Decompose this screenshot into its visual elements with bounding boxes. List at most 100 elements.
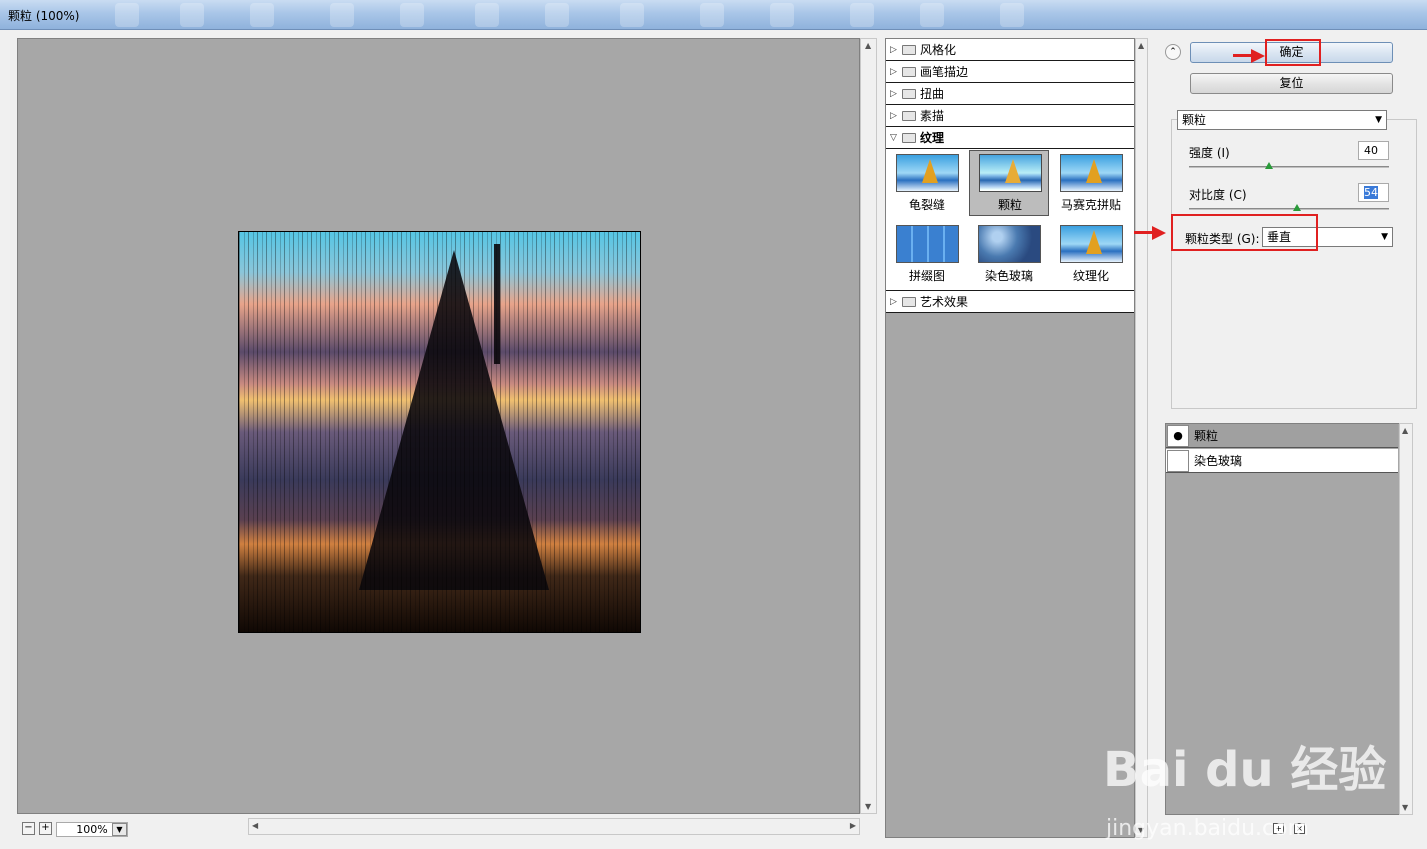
preview-canvas[interactable] [17, 38, 860, 814]
scroll-left-icon[interactable]: ◀ [252, 821, 258, 830]
filter-thumb-label: 纹理化 [1072, 269, 1109, 283]
preview-vertical-scrollbar[interactable]: ▲ ▼ [860, 38, 877, 814]
zoom-dropdown-icon[interactable]: ▼ [112, 823, 127, 836]
folder-icon [902, 66, 916, 77]
category-artistic[interactable]: ▷ 艺术效果 [886, 291, 1134, 313]
scroll-up-icon[interactable]: ▲ [1402, 426, 1408, 435]
collapse-gallery-icon[interactable]: ⌃ [1165, 44, 1181, 60]
watermark-brand: Bai du 经验 [1103, 742, 1387, 798]
preview-horizontal-scrollbar[interactable]: ◀ ▶ [248, 818, 860, 835]
expand-triangle-icon[interactable]: ▷ [890, 45, 902, 55]
layer-name: 颗粒 [1194, 429, 1219, 443]
scroll-up-icon[interactable]: ▲ [1138, 41, 1144, 50]
category-label: 画笔描边 [920, 65, 969, 79]
contrast-label: 对比度 (C) [1189, 188, 1247, 202]
filter-thumb-stained-glass[interactable]: 染色玻璃 [969, 222, 1049, 288]
contrast-field[interactable]: 54 [1358, 183, 1389, 202]
contrast-slider-thumb[interactable] [1293, 204, 1301, 211]
filter-thumb-patchwork[interactable]: 拼缀图 [887, 222, 967, 288]
filter-thumbnail-image [896, 154, 959, 192]
filter-select-value: 颗粒 [1182, 113, 1207, 127]
taskbar-ghost-icon [545, 3, 569, 27]
title-bar: 颗粒 (100%) [0, 0, 1427, 30]
taskbar-ghost-icon [700, 3, 724, 27]
dropdown-arrow-icon: ▼ [1375, 115, 1382, 125]
filter-category-list: ▷ 风格化 ▷ 画笔描边 ▷ 扭曲 ▷ 素描 ▽ 纹理 龟裂缝 颗粒 马赛克拼贴… [886, 39, 1134, 313]
category-texture[interactable]: ▽ 纹理 [886, 127, 1134, 149]
annotation-arrow-grain-type [1134, 231, 1154, 234]
taskbar-ghost-icon [180, 3, 204, 27]
taskbar-ghost-icon [850, 3, 874, 27]
intensity-slider-track[interactable] [1189, 166, 1389, 168]
intensity-slider-thumb[interactable] [1265, 162, 1273, 169]
eye-icon[interactable]: ● [1167, 424, 1189, 447]
annotation-arrow-ok [1233, 54, 1253, 57]
category-stylize[interactable]: ▷ 风格化 [886, 39, 1134, 61]
scroll-up-icon[interactable]: ▲ [865, 41, 871, 50]
folder-icon [902, 88, 916, 99]
filter-thumbnail-image [979, 154, 1042, 192]
preview-image [238, 231, 641, 633]
filter-thumb-label: 染色玻璃 [984, 269, 1033, 283]
filter-gallery-panel: ▷ 风格化 ▷ 画笔描边 ▷ 扭曲 ▷ 素描 ▽ 纹理 龟裂缝 颗粒 马赛克拼贴… [885, 38, 1135, 838]
baidu-watermark: Bai du 经验 jingyan.baidu.com [1103, 730, 1387, 841]
filter-thumb-label: 拼缀图 [908, 269, 945, 283]
reset-button[interactable]: 复位 [1190, 73, 1393, 94]
taskbar-ghost-icon [250, 3, 274, 27]
annotation-box-ok [1265, 39, 1321, 66]
category-label: 纹理 [920, 131, 945, 145]
filter-thumb-mosaic-tiles[interactable]: 马赛克拼贴 [1051, 151, 1131, 217]
expand-triangle-icon[interactable]: ▷ [890, 89, 902, 99]
annotation-box-grain-type [1171, 214, 1318, 251]
filter-thumb-label: 颗粒 [997, 198, 1022, 212]
filter-gallery-dialog: ▲ ▼ ◀ ▶ − + 100% ▼ ▷ 风格化 ▷ 画笔描边 ▷ 扭曲 ▷ 素… [8, 30, 1427, 849]
filter-thumb-craquelure[interactable]: 龟裂缝 [887, 151, 967, 217]
filter-settings-panel: 颗粒 ▼ 强度 (I) 40 对比度 (C) 54 颗粒类型 (G): 垂直 ▼ [1171, 110, 1417, 409]
dropdown-arrow-icon: ▼ [1381, 232, 1388, 242]
filter-select[interactable]: 颗粒 ▼ [1177, 110, 1387, 130]
taskbar-ghost-icon [475, 3, 499, 27]
filter-thumb-label: 龟裂缝 [908, 198, 945, 212]
taskbar-ghost-icon [620, 3, 644, 27]
intensity-field[interactable]: 40 [1358, 141, 1389, 160]
taskbar-ghost-icon [400, 3, 424, 27]
taskbar-ghost-icon [770, 3, 794, 27]
grain-overlay [239, 232, 640, 632]
collapse-triangle-icon[interactable]: ▽ [890, 133, 902, 143]
zoom-out-button[interactable]: − [22, 822, 35, 835]
folder-icon [902, 296, 916, 307]
scroll-down-icon[interactable]: ▼ [1402, 803, 1408, 812]
effect-layer-grain[interactable]: ● 颗粒 [1166, 424, 1398, 448]
visibility-toggle-empty[interactable] [1167, 449, 1189, 472]
gallery-scrollbar[interactable]: ▲ ▼ [1135, 38, 1148, 838]
layers-scrollbar[interactable]: ▲ ▼ [1399, 423, 1413, 815]
filter-thumb-grain[interactable]: 颗粒 [969, 150, 1049, 216]
taskbar-ghost-icon [115, 3, 139, 27]
contrast-slider-track[interactable] [1189, 208, 1389, 210]
filter-thumbnail-image [896, 225, 959, 263]
folder-icon [902, 110, 916, 121]
expand-triangle-icon[interactable]: ▷ [890, 67, 902, 77]
category-sketch[interactable]: ▷ 素描 [886, 105, 1134, 127]
texture-filter-thumbnails: 龟裂缝 颗粒 马赛克拼贴 拼缀图 染色玻璃 纹理化 [886, 149, 1134, 291]
category-label: 风格化 [920, 43, 957, 57]
watermark-url: jingyan.baidu.com [1106, 816, 1310, 841]
open-folder-icon [902, 132, 916, 143]
scroll-right-icon[interactable]: ▶ [850, 821, 856, 830]
zoom-in-button[interactable]: + [39, 822, 52, 835]
scroll-down-icon[interactable]: ▼ [865, 802, 871, 811]
annotation-arrow-head-icon [1152, 226, 1166, 240]
annotation-arrow-head-icon [1251, 49, 1265, 63]
window-title: 颗粒 (100%) [8, 9, 80, 23]
intensity-label: 强度 (I) [1189, 146, 1230, 160]
folder-icon [902, 44, 916, 55]
expand-triangle-icon[interactable]: ▷ [890, 111, 902, 121]
taskbar-ghost-icon [1000, 3, 1024, 27]
category-brush-strokes[interactable]: ▷ 画笔描边 [886, 61, 1134, 83]
category-distort[interactable]: ▷ 扭曲 [886, 83, 1134, 105]
filter-thumb-label: 马赛克拼贴 [1060, 198, 1121, 212]
category-label: 素描 [920, 109, 945, 123]
filter-thumb-texturizer[interactable]: 纹理化 [1051, 222, 1131, 288]
effect-layer-stained-glass[interactable]: 染色玻璃 [1166, 449, 1398, 473]
expand-triangle-icon[interactable]: ▷ [890, 297, 902, 307]
